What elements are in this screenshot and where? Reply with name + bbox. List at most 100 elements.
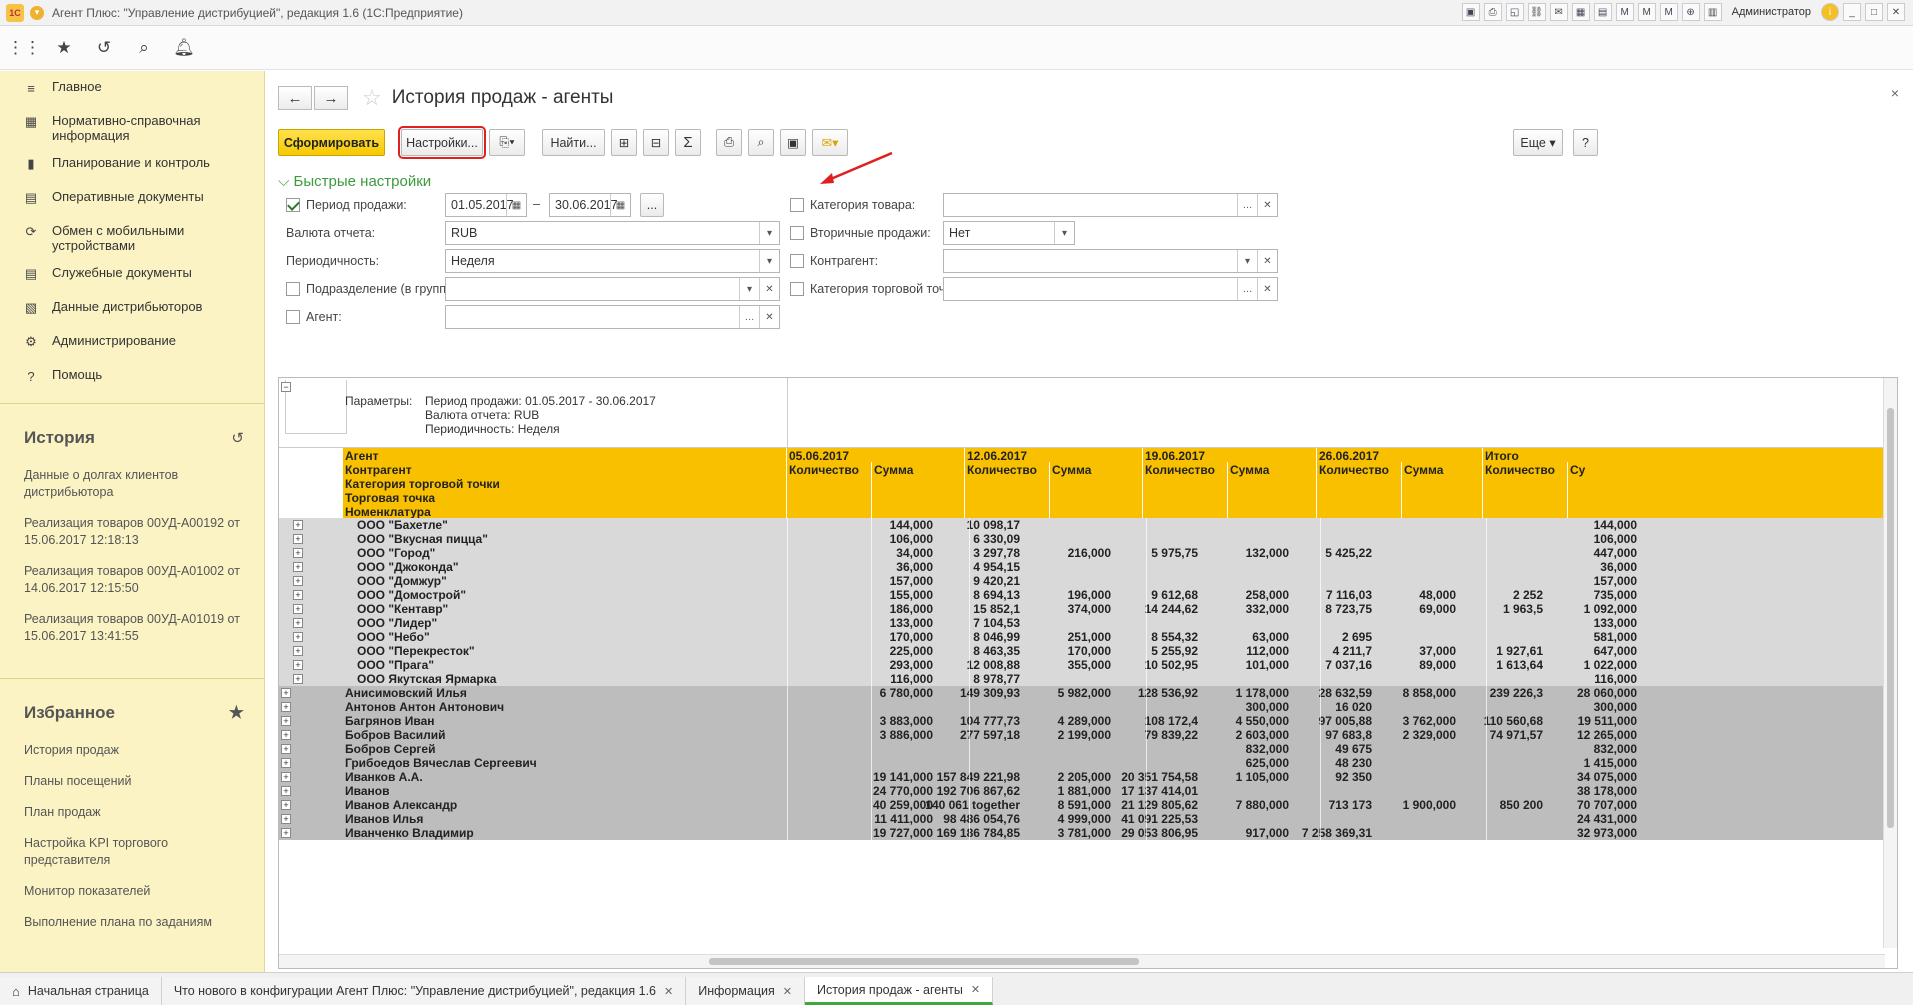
period-to-field[interactable]: 30.06.2017 ▦ xyxy=(549,193,631,217)
variants-dropdown-icon[interactable]: ⎘▾ xyxy=(489,129,525,156)
scroll-thumb[interactable] xyxy=(1887,408,1894,828)
outlet-category-checkbox[interactable] xyxy=(790,282,804,296)
clear-icon[interactable]: ✕ xyxy=(1257,278,1277,300)
settings-button[interactable]: Настройки... xyxy=(398,126,486,159)
report-spreadsheet[interactable]: − Параметры: Период продажи: 01.05.2017 … xyxy=(278,377,1898,969)
division-field[interactable]: ▾ ✕ xyxy=(445,277,780,301)
sidebar-section[interactable]: ▮ Планирование и контроль xyxy=(0,149,264,183)
history-clock-icon[interactable]: ↺ xyxy=(231,429,244,447)
periodicity-select[interactable]: Неделя ▾ xyxy=(445,249,780,273)
expand-icon[interactable]: + xyxy=(293,576,303,586)
sum-icon[interactable]: Σ xyxy=(675,129,701,156)
expand-icon[interactable]: + xyxy=(293,632,303,642)
print-icon[interactable]: ⎙ xyxy=(716,129,742,156)
history-item[interactable]: Данные о долгах клиентов дистрибьютора xyxy=(0,460,264,508)
search-icon[interactable]: ⌕ xyxy=(128,32,160,64)
forward-arrow-icon[interactable]: → xyxy=(314,86,348,110)
clear-icon[interactable]: ✕ xyxy=(759,278,779,300)
history-item[interactable]: Реализация товаров 00УД-А01002 от 14.06.… xyxy=(0,556,264,604)
history-icon[interactable]: ↺ xyxy=(88,32,120,64)
expand-icon[interactable]: + xyxy=(293,534,303,544)
expand-icon[interactable]: + xyxy=(281,730,291,740)
table-row[interactable]: + Иванов 24 770,000 192 706 867,62 1 881,000… xyxy=(279,784,1897,798)
back-arrow-icon[interactable]: ← xyxy=(278,86,312,110)
print-icon[interactable]: ⎙ xyxy=(1483,3,1502,21)
scroll-thumb[interactable] xyxy=(709,958,1139,965)
expand-icon[interactable]: + xyxy=(281,744,291,754)
favorite-item[interactable]: План продаж xyxy=(0,797,264,828)
table-row[interactable]: + ООО "Город" 34,000 3 297,78 216,000 5 975,7… xyxy=(279,546,1897,560)
table-row[interactable]: + ООО "Небо" 170,000 8 046,99 251,000 8 554,3… xyxy=(279,630,1897,644)
select-dots-icon[interactable]: … xyxy=(1237,194,1257,216)
add-favorite-star-icon[interactable]: ☆ xyxy=(362,85,382,111)
table-row[interactable]: + Анисимовский Илья 6 780,000 149 309,93 5 9… xyxy=(279,686,1897,700)
sidebar-section[interactable]: ≡ Главное xyxy=(0,73,264,107)
memory-plus-icon[interactable]: M xyxy=(1637,3,1656,21)
memory-m-icon[interactable]: M xyxy=(1615,3,1634,21)
contractor-field[interactable]: ▾ ✕ xyxy=(943,249,1278,273)
minimize-icon[interactable]: _ xyxy=(1843,3,1861,21)
table-row[interactable]: + Иванов Александр 40 259,000 140 061 toget… xyxy=(279,798,1897,812)
table-row[interactable]: + Бобров Сергей 832,000 49 675 832,000 xyxy=(279,742,1897,756)
link-icon[interactable]: ⛓ xyxy=(1527,3,1546,21)
expand-groups-icon[interactable]: ⊞ xyxy=(611,129,637,156)
close-form-icon[interactable]: × xyxy=(1891,85,1899,101)
table-row[interactable]: + ООО "Прага" 293,000 12 008,88 355,000 10 50… xyxy=(279,658,1897,672)
period-select-button[interactable]: ... xyxy=(640,193,664,217)
sidebar-section[interactable]: ⟳ Обмен с мобильными устройствами xyxy=(0,217,264,259)
clear-icon[interactable]: ✕ xyxy=(1257,250,1277,272)
window-tab[interactable]: ⌂ Начальная страница xyxy=(0,977,162,1005)
calendar-icon[interactable]: ▤ xyxy=(1593,3,1612,21)
expand-icon[interactable]: + xyxy=(281,758,291,768)
save-icon[interactable]: ▣ xyxy=(1461,3,1480,21)
preview-icon[interactable]: ◱ xyxy=(1505,3,1524,21)
expand-icon[interactable]: + xyxy=(281,702,291,712)
close-tab-icon[interactable]: ✕ xyxy=(664,985,673,998)
table-row[interactable]: + Иванов Илья 11 411,000 98 486 054,76 4 999… xyxy=(279,812,1897,826)
history-item[interactable]: Реализация товаров 00УД-А00192 от 15.06.… xyxy=(0,508,264,556)
table-row[interactable]: + ООО "Вкусная пицца" 106,000 6 330,09 106,0… xyxy=(279,532,1897,546)
calendar-icon[interactable]: ▦ xyxy=(506,194,526,216)
collapse-groups-icon[interactable]: ⊟ xyxy=(643,129,669,156)
info-icon[interactable]: i xyxy=(1821,3,1839,21)
table-row[interactable]: + ООО "Лидер" 133,000 7 104,53 133,000 xyxy=(279,616,1897,630)
generate-button[interactable]: Сформировать xyxy=(278,129,385,156)
expand-icon[interactable]: + xyxy=(293,520,303,530)
expand-icon[interactable]: + xyxy=(281,800,291,810)
calculator-icon[interactable]: ▦ xyxy=(1571,3,1590,21)
sidebar-section[interactable]: ▧ Данные дистрибьюторов xyxy=(0,293,264,327)
expand-icon[interactable]: + xyxy=(293,590,303,600)
table-row[interactable]: + Иванков А.А. 19 141,000 157 849 221,98 2 2… xyxy=(279,770,1897,784)
window-tab[interactable]: История продаж - агенты ✕ xyxy=(804,977,994,1005)
table-row[interactable]: + ООО "Кентавр" 186,000 15 852,1 374,000 14 2… xyxy=(279,602,1897,616)
table-row[interactable]: + Антонов Антон Антонович 300,000 16 020 300… xyxy=(279,700,1897,714)
print-preview-icon[interactable]: ⌕ xyxy=(748,129,774,156)
close-window-icon[interactable]: ✕ xyxy=(1887,3,1905,21)
favorite-item[interactable]: Монитор показателей xyxy=(0,876,264,907)
expand-icon[interactable]: + xyxy=(281,828,291,838)
favorite-item[interactable]: История продаж xyxy=(0,735,264,766)
favorite-item[interactable]: Настройка KPI торгового представителя xyxy=(0,828,264,876)
period-checkbox[interactable] xyxy=(286,198,300,212)
quick-settings-toggle[interactable]: ⌵ Быстрые настройки xyxy=(278,173,431,190)
chevron-down-icon[interactable]: ▾ xyxy=(739,278,759,300)
app-menu-icon[interactable]: ▾ xyxy=(30,5,44,20)
clear-icon[interactable]: ✕ xyxy=(1257,194,1277,216)
expand-icon[interactable]: + xyxy=(293,548,303,558)
find-button[interactable]: Найти... xyxy=(542,129,605,156)
category-checkbox[interactable] xyxy=(790,198,804,212)
sidebar-section[interactable]: ▦ Нормативно-справочная информация xyxy=(0,107,264,149)
window-tab[interactable]: Что нового в конфигурации Агент Плюс: "У… xyxy=(161,977,687,1005)
favorites-star-icon[interactable]: ★ xyxy=(229,703,244,723)
vertical-scrollbar[interactable] xyxy=(1883,378,1897,948)
expand-icon[interactable]: + xyxy=(293,604,303,614)
division-checkbox[interactable] xyxy=(286,282,300,296)
calendar-icon[interactable]: ▦ xyxy=(610,194,630,216)
layout-icon[interactable]: ▥ xyxy=(1703,3,1722,21)
zoom-icon[interactable]: ⊕ xyxy=(1681,3,1700,21)
sidebar-section[interactable]: ⚙ Администрирование xyxy=(0,327,264,361)
expand-icon[interactable]: + xyxy=(293,562,303,572)
expand-icon[interactable]: + xyxy=(293,618,303,628)
notifications-bell-icon[interactable]: 🔔︎ xyxy=(168,32,200,64)
favorite-item[interactable]: Выполнение плана по заданиям xyxy=(0,907,264,938)
